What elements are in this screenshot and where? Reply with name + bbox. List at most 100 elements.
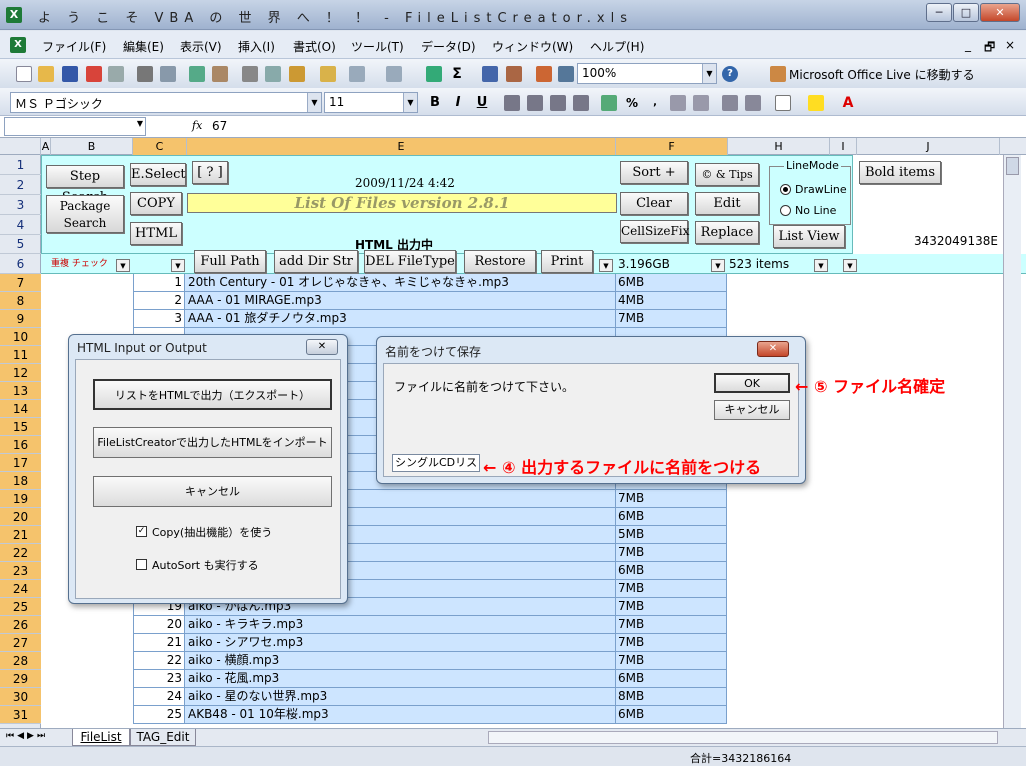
autosum-icon[interactable]: Σ xyxy=(449,66,465,82)
list-view-button[interactable]: List View xyxy=(773,225,845,248)
chevron-down-icon[interactable]: ▼ xyxy=(403,93,417,112)
underline-icon[interactable]: U xyxy=(474,95,490,111)
row-header[interactable]: 16 xyxy=(0,436,41,454)
scroll-thumb[interactable] xyxy=(1006,157,1019,175)
menu-file[interactable]: ファイル(F) xyxy=(42,38,106,55)
office-live-link[interactable]: Microsoft Office Live に移動する xyxy=(789,66,975,83)
increase-decimal-icon[interactable] xyxy=(670,95,686,111)
row-header[interactable]: 19 xyxy=(0,490,41,508)
select-all-corner[interactable] xyxy=(0,138,41,155)
row-header[interactable]: 30 xyxy=(0,688,41,706)
font-combo[interactable]: ＭＳ Ｐゴシック ▼ xyxy=(10,92,322,113)
spelling-icon[interactable] xyxy=(189,66,205,82)
row-header[interactable]: 20 xyxy=(0,508,41,526)
row-header[interactable]: 13 xyxy=(0,382,41,400)
row-header[interactable]: 27 xyxy=(0,634,41,652)
row-header[interactable]: 8 xyxy=(0,292,41,310)
chevron-down-icon[interactable]: ▼ xyxy=(702,64,716,83)
tab-filelist[interactable]: FileList xyxy=(72,729,130,746)
filter-dropdown[interactable]: ▼ xyxy=(599,259,613,272)
name-box[interactable]: ▼ xyxy=(4,117,146,136)
sort-button[interactable]: Sort + xyxy=(620,161,688,184)
row-header[interactable]: 12 xyxy=(0,364,41,382)
list-item[interactable]: 24 aiko - 星のない世界.mp3 8MB xyxy=(133,688,727,706)
filter-dropdown[interactable]: ▼ xyxy=(116,259,130,272)
eselect-button[interactable]: E.Select xyxy=(130,163,186,186)
col-header-a[interactable]: A xyxy=(41,138,51,155)
col-header-i[interactable]: I xyxy=(830,138,857,155)
drawing-icon[interactable] xyxy=(558,66,574,82)
copy-button[interactable]: COPY xyxy=(130,192,182,215)
open-icon[interactable] xyxy=(38,66,54,82)
row-header[interactable]: 23 xyxy=(0,562,41,580)
currency-icon[interactable] xyxy=(601,95,617,111)
menu-window[interactable]: ウィンドウ(W) xyxy=(492,38,573,55)
zoom-combo[interactable]: 100% ▼ xyxy=(577,63,717,84)
row-header[interactable]: 18 xyxy=(0,472,41,490)
tab-tag-edit[interactable]: TAG_Edit xyxy=(130,729,196,746)
tips-button[interactable]: © & Tips xyxy=(695,163,759,186)
html-button[interactable]: HTML xyxy=(130,222,182,245)
align-left-icon[interactable] xyxy=(504,95,520,111)
redo-icon[interactable] xyxy=(386,66,402,82)
row-header[interactable]: 1 xyxy=(0,155,41,175)
list-item[interactable]: 20 aiko - キラキラ.mp3 7MB xyxy=(133,616,727,634)
filter-dropdown[interactable]: ▼ xyxy=(814,259,828,272)
help-icon[interactable]: ? xyxy=(722,66,738,82)
add-dir-str-button[interactable]: add Dir Str xyxy=(274,250,358,273)
step-search-button[interactable]: Step Search xyxy=(46,165,124,205)
hyperlink-icon[interactable] xyxy=(426,66,442,82)
list-item[interactable]: 1 20th Century - 01 オレじゃなきゃ、キミじゃなきゃ.mp3 6M… xyxy=(133,274,727,292)
list-item[interactable]: 23 aiko - 花風.mp3 6MB xyxy=(133,670,727,688)
import-html-button[interactable]: FileListCreatorで出力したHTMLをインポート xyxy=(93,427,332,458)
row-header[interactable]: 5 xyxy=(0,235,41,254)
cellsizefix-button[interactable]: CellSizeFix xyxy=(620,220,689,243)
italic-icon[interactable]: I xyxy=(450,95,466,111)
col-header-h[interactable]: H xyxy=(728,138,830,155)
close-icon[interactable]: ✕ xyxy=(306,339,338,355)
percent-icon[interactable]: % xyxy=(624,95,640,111)
col-header-j[interactable]: J xyxy=(857,138,1000,155)
row-header[interactable]: 28 xyxy=(0,652,41,670)
align-center-icon[interactable] xyxy=(527,95,543,111)
cancel-button[interactable]: キャンセル xyxy=(714,400,790,420)
package-search-button[interactable]: Package Search xyxy=(46,195,124,233)
row-header[interactable]: 10 xyxy=(0,328,41,346)
copy-icon[interactable] xyxy=(265,66,281,82)
filter-dropdown[interactable]: ▼ xyxy=(843,259,857,272)
minimize-button[interactable]: ─ xyxy=(926,3,952,22)
col-header-c[interactable]: C xyxy=(133,138,187,155)
col-header-b[interactable]: B xyxy=(51,138,133,155)
row-header[interactable]: 21 xyxy=(0,526,41,544)
close-button[interactable]: ✕ xyxy=(980,3,1020,22)
autosort-checkbox[interactable] xyxy=(136,559,147,570)
filter-dropdown[interactable]: ▼ xyxy=(171,259,185,272)
permission-icon[interactable] xyxy=(86,66,102,82)
chart-wizard-icon[interactable] xyxy=(536,66,552,82)
excel-app-icon[interactable]: X xyxy=(6,7,22,23)
sort-ascending-icon[interactable] xyxy=(482,66,498,82)
workbook-icon[interactable]: X xyxy=(10,37,26,53)
list-item[interactable]: 22 aiko - 横顔.mp3 7MB xyxy=(133,652,727,670)
row-header[interactable]: 2 xyxy=(0,175,41,195)
doc-restore-button[interactable]: 🗗 xyxy=(984,38,995,59)
font-size-combo[interactable]: 11 ▼ xyxy=(324,92,418,113)
menu-help[interactable]: ヘルプ(H) xyxy=(590,38,644,55)
email-icon[interactable] xyxy=(108,66,124,82)
row-header[interactable]: 14 xyxy=(0,400,41,418)
tab-nav-arrows[interactable]: ⏮◀▶⏭ xyxy=(6,731,48,741)
menu-insert[interactable]: 挿入(I) xyxy=(238,38,275,55)
research-icon[interactable] xyxy=(212,66,228,82)
merge-center-icon[interactable] xyxy=(573,95,589,111)
list-item[interactable]: 3 AAA - 01 旅ダチノウタ.mp3 7MB xyxy=(133,310,727,328)
save-icon[interactable] xyxy=(62,66,78,82)
decrease-indent-icon[interactable] xyxy=(722,95,738,111)
col-header-f[interactable]: F xyxy=(616,138,728,155)
list-item[interactable]: 21 aiko - シアワセ.mp3 7MB xyxy=(133,634,727,652)
copy-checkbox[interactable]: ✓ xyxy=(136,526,147,537)
bold-icon[interactable]: B xyxy=(427,95,443,111)
font-color-icon[interactable]: A xyxy=(840,95,856,111)
edit-button[interactable]: Edit xyxy=(695,192,759,215)
filter-dropdown[interactable]: ▼ xyxy=(711,259,725,272)
increase-indent-icon[interactable] xyxy=(745,95,761,111)
